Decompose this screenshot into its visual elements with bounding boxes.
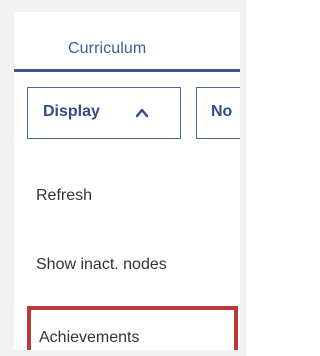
chevron-up-icon: [136, 108, 148, 118]
screenshot-stage: Curriculum Display No Refresh Show inact…: [0, 0, 246, 356]
menu-item-show-inactive-nodes[interactable]: Show inact. nodes: [36, 256, 167, 274]
next-toolbar-button-label: No: [211, 103, 233, 120]
tab-bar: Curriculum: [14, 12, 240, 72]
app-window: Curriculum Display No Refresh Show inact…: [14, 12, 240, 350]
menu-item-achievements-label: Achievements: [39, 329, 140, 346]
menu-item-refresh[interactable]: Refresh: [36, 187, 92, 205]
display-button-label: Display: [43, 103, 100, 120]
menu-item-achievements[interactable]: Achievements: [27, 306, 238, 350]
display-button[interactable]: Display: [27, 87, 181, 139]
next-toolbar-button[interactable]: No: [196, 87, 240, 139]
tab-curriculum[interactable]: Curriculum: [68, 40, 146, 58]
tab-active-indicator: [14, 69, 240, 72]
